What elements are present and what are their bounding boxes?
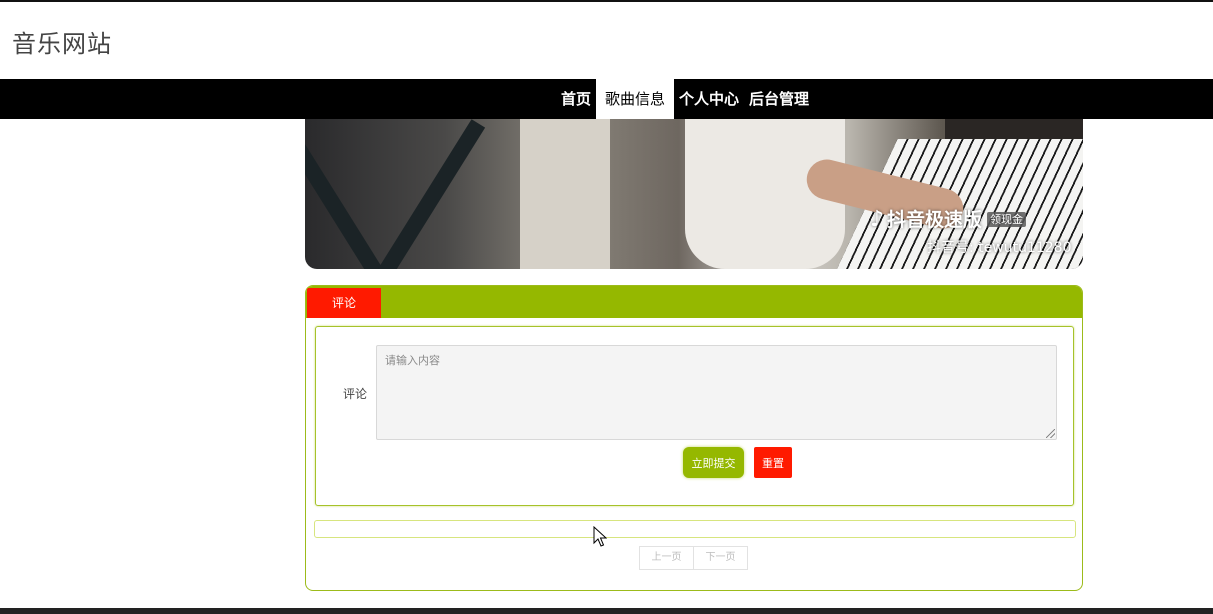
watermark-account-id: 抖音号: tewutu11280 (927, 240, 1072, 256)
watermark-brand-text: 抖音极速版 (887, 209, 983, 231)
navbar: 首页 歌曲信息 个人中心 后台管理 (0, 79, 1213, 119)
top-border (0, 0, 1213, 2)
mouse-cursor-icon (593, 526, 607, 547)
tab-comments[interactable]: 评论 (307, 288, 381, 318)
comment-panel: 评论 评论 立即提交 重置 上一页 下一页 (305, 285, 1083, 591)
nav-item-songs[interactable]: 歌曲信息 (596, 79, 675, 119)
next-page-button[interactable]: 下一页 (693, 546, 748, 570)
video-player[interactable]: ♪ 抖音极速版 领现金 抖音号: tewutu11280 (305, 119, 1083, 269)
nav-item-admin[interactable]: 后台管理 (744, 79, 814, 119)
keyboard-stand (305, 119, 391, 269)
nav-menu: 首页 歌曲信息 个人中心 后台管理 (556, 79, 814, 119)
comment-tab-bar: 评论 (306, 286, 1082, 318)
comment-form: 评论 立即提交 重置 (315, 326, 1074, 506)
cabinet (520, 119, 610, 269)
resize-handle-icon[interactable] (1046, 429, 1055, 438)
keyboard-stand (370, 119, 486, 269)
pagination: 上一页 下一页 (639, 546, 748, 570)
tiktok-note-icon: ♪ (870, 207, 885, 232)
comment-input[interactable] (376, 345, 1057, 440)
nav-item-profile[interactable]: 个人中心 (674, 79, 744, 119)
comment-field-label: 评论 (343, 387, 368, 401)
reset-button[interactable]: 重置 (754, 447, 792, 478)
submit-button[interactable]: 立即提交 (683, 447, 744, 478)
nav-item-home[interactable]: 首页 (556, 79, 596, 119)
prev-page-button[interactable]: 上一页 (639, 546, 694, 570)
watermark-badge: 领现金 (987, 212, 1027, 227)
footer-bar (0, 608, 1213, 614)
site-title: 音乐网站 (12, 30, 112, 58)
comment-list (314, 520, 1076, 538)
video-watermark: ♪ 抖音极速版 领现金 (870, 205, 1027, 232)
